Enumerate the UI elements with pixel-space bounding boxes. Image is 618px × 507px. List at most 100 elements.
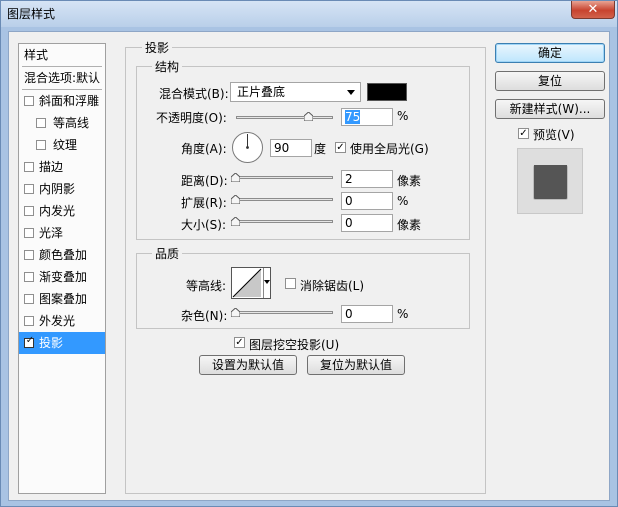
quality-title: 品质	[152, 245, 183, 262]
drop-shadow-title: 投影	[142, 39, 173, 56]
style-item-label: 渐变叠加	[39, 270, 88, 284]
antialias-checkbox[interactable]	[285, 278, 296, 289]
style-item[interactable]: 纹理	[19, 134, 105, 156]
style-checkbox[interactable]	[24, 250, 34, 260]
noise-input[interactable]: 0	[341, 305, 393, 323]
blend-mode-label: 混合模式(B):	[159, 87, 229, 101]
contour-label: 等高线:	[186, 279, 227, 293]
structure-title: 结构	[152, 58, 183, 75]
noise-label: 杂色(N):	[181, 309, 228, 323]
chevron-down-icon	[264, 280, 270, 284]
style-checkbox[interactable]	[36, 118, 46, 128]
opacity-unit: %	[397, 109, 409, 123]
style-item-label: 光泽	[39, 226, 64, 240]
style-checkbox[interactable]: ✓	[24, 335, 34, 348]
distance-slider-thumb[interactable]	[231, 173, 240, 182]
new-style-button[interactable]: 新建样式(W)...	[495, 99, 605, 119]
knockout-label: 图层挖空投影(U)	[249, 338, 340, 352]
style-checkbox[interactable]	[24, 228, 34, 238]
style-item[interactable]: 外发光	[19, 310, 105, 332]
styles-list: 样式 混合选项:默认 斜面和浮雕等高线纹理描边内阴影内发光光泽颜色叠加渐变叠加图…	[18, 43, 106, 494]
style-checkbox[interactable]	[24, 184, 34, 194]
size-input[interactable]: 0	[341, 214, 393, 232]
style-checkbox[interactable]	[24, 316, 34, 326]
size-label: 大小(S):	[181, 218, 227, 232]
style-checkbox[interactable]	[24, 96, 34, 106]
preview-box	[517, 148, 583, 214]
style-item[interactable]: 内发光	[19, 200, 105, 222]
style-item[interactable]: 等高线	[19, 112, 105, 134]
style-item[interactable]: 光泽	[19, 222, 105, 244]
distance-value: 2	[345, 172, 353, 186]
spread-slider-track[interactable]	[236, 198, 333, 201]
preview-label: 预览(V)	[533, 128, 575, 142]
blend-mode-value: 正片叠底	[237, 85, 286, 99]
style-checkbox[interactable]	[24, 206, 34, 216]
style-item-label: 图案叠加	[39, 292, 88, 306]
styles-header-label: 样式	[24, 48, 49, 62]
opacity-slider-thumb[interactable]	[304, 112, 314, 121]
style-item[interactable]: ✓ 投影	[19, 332, 105, 354]
style-item-label: 颜色叠加	[39, 248, 88, 262]
preview-checkbox[interactable]: ✓	[518, 128, 529, 139]
ok-button[interactable]: 确定	[495, 43, 605, 63]
style-item-label: 等高线	[53, 116, 90, 130]
style-item[interactable]: 斜面和浮雕	[19, 90, 105, 112]
blend-options-item[interactable]: 混合选项:默认	[19, 67, 105, 89]
distance-unit: 像素	[397, 174, 422, 188]
knockout-checkbox[interactable]: ✓	[234, 337, 245, 348]
spread-unit: %	[397, 194, 409, 208]
title-bar[interactable]: 图层样式 ✕	[1, 1, 617, 27]
style-item[interactable]: 图案叠加	[19, 288, 105, 310]
style-checkbox[interactable]	[36, 140, 46, 150]
reset-button[interactable]: 复位	[495, 71, 605, 91]
contour-preview-icon	[232, 268, 262, 298]
angle-dial[interactable]	[231, 131, 264, 164]
opacity-label: 不透明度(O):	[156, 111, 227, 125]
layer-style-dialog: 图层样式 ✕ 样式 混合选项:默认 斜面和浮雕等高线纹理描边内阴影内发光光泽颜色…	[0, 0, 618, 507]
style-item[interactable]: 内阴影	[19, 178, 105, 200]
angle-input[interactable]: 90	[270, 139, 312, 157]
style-item-label: 外发光	[39, 314, 76, 328]
style-item[interactable]: 渐变叠加	[19, 266, 105, 288]
spread-value: 0	[345, 194, 353, 208]
noise-slider-track[interactable]	[236, 311, 333, 314]
close-button[interactable]: ✕	[571, 1, 615, 19]
style-item-label: 纹理	[53, 138, 78, 152]
noise-unit: %	[397, 307, 409, 321]
make-default-button[interactable]: 设置为默认值	[199, 355, 297, 375]
style-item[interactable]: 颜色叠加	[19, 244, 105, 266]
noise-slider-thumb[interactable]	[231, 308, 240, 317]
style-item-label: 描边	[39, 160, 64, 174]
style-item-label: 内发光	[39, 204, 76, 218]
opacity-slider-track[interactable]	[236, 116, 333, 119]
style-item-label: 斜面和浮雕	[39, 94, 100, 108]
blend-options-label: 混合选项:默认	[24, 71, 101, 85]
style-item-label: 内阴影	[39, 182, 76, 196]
size-slider-thumb[interactable]	[231, 217, 240, 226]
distance-input[interactable]: 2	[341, 170, 393, 188]
spread-slider-thumb[interactable]	[231, 195, 240, 204]
size-value: 0	[345, 216, 353, 230]
antialias-label: 消除锯齿(L)	[300, 279, 365, 293]
opacity-input[interactable]: 75	[341, 108, 393, 126]
style-checkbox[interactable]	[24, 162, 34, 172]
window-title: 图层样式	[7, 7, 56, 21]
contour-picker[interactable]	[231, 267, 271, 299]
style-checkbox[interactable]	[24, 272, 34, 282]
spread-input[interactable]: 0	[341, 192, 393, 210]
style-item[interactable]: 描边	[19, 156, 105, 178]
shadow-color-swatch[interactable]	[367, 83, 407, 101]
dialog-client: 样式 混合选项:默认 斜面和浮雕等高线纹理描边内阴影内发光光泽颜色叠加渐变叠加图…	[8, 31, 610, 501]
global-light-checkbox[interactable]: ✓	[335, 142, 346, 153]
style-checkbox[interactable]	[24, 294, 34, 304]
distance-slider-track[interactable]	[236, 176, 333, 179]
reset-default-button[interactable]: 复位为默认值	[307, 355, 405, 375]
close-icon: ✕	[587, 2, 599, 17]
chevron-down-icon	[347, 90, 355, 95]
preview-swatch	[534, 165, 567, 198]
size-slider-track[interactable]	[236, 220, 333, 223]
global-light-label: 使用全局光(G)	[350, 142, 429, 156]
styles-list-header[interactable]: 样式	[19, 44, 105, 66]
blend-mode-dropdown[interactable]: 正片叠底	[230, 82, 361, 102]
